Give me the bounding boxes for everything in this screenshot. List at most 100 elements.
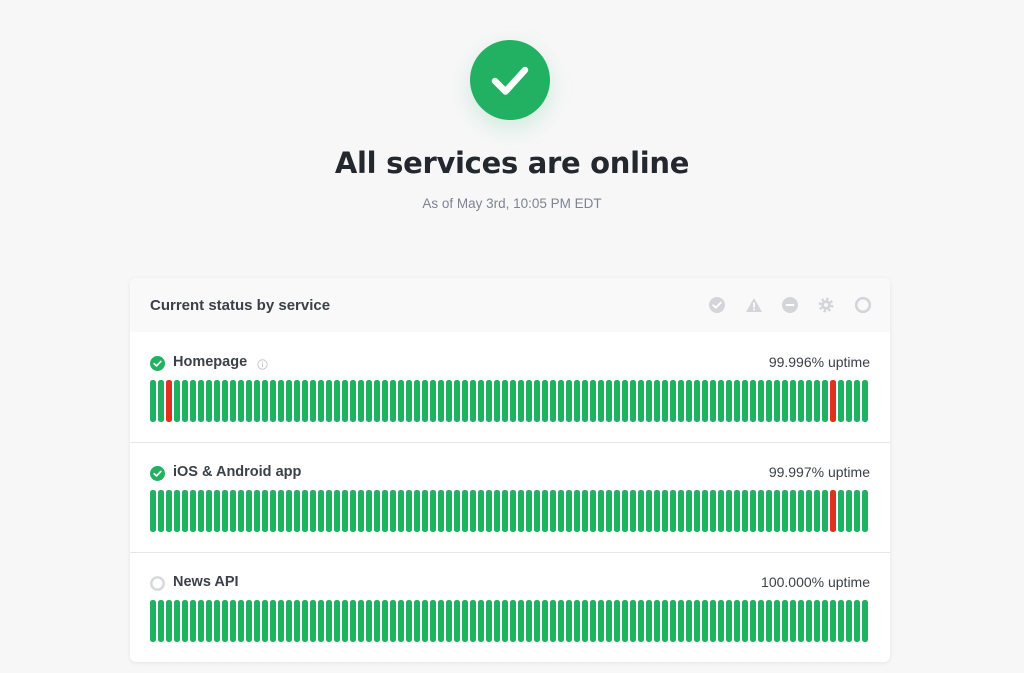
uptime-bar-operational[interactable] (614, 600, 620, 642)
uptime-bar-operational[interactable] (334, 380, 340, 422)
uptime-bar-operational[interactable] (526, 380, 532, 422)
uptime-bar-operational[interactable] (702, 600, 708, 642)
uptime-bar-operational[interactable] (614, 490, 620, 532)
uptime-bar-operational[interactable] (430, 490, 436, 532)
uptime-bar-operational[interactable] (302, 380, 308, 422)
uptime-bar-operational[interactable] (598, 490, 604, 532)
uptime-bar-operational[interactable] (238, 380, 244, 422)
uptime-bar-operational[interactable] (422, 380, 428, 422)
uptime-bar-operational[interactable] (326, 380, 332, 422)
uptime-bar-operational[interactable] (798, 380, 804, 422)
uptime-bar-operational[interactable] (598, 600, 604, 642)
uptime-bar-operational[interactable] (718, 490, 724, 532)
uptime-bar-operational[interactable] (438, 380, 444, 422)
uptime-bar-operational[interactable] (166, 600, 172, 642)
uptime-bar-operational[interactable] (206, 380, 212, 422)
uptime-bar-operational[interactable] (214, 380, 220, 422)
uptime-bar-operational[interactable] (350, 380, 356, 422)
uptime-bar-operational[interactable] (478, 380, 484, 422)
uptime-bar-operational[interactable] (862, 490, 868, 532)
uptime-bar-operational[interactable] (854, 380, 860, 422)
uptime-bar-operational[interactable] (662, 600, 668, 642)
uptime-bar-operational[interactable] (822, 600, 828, 642)
uptime-bar-operational[interactable] (190, 490, 196, 532)
uptime-bar-operational[interactable] (422, 600, 428, 642)
uptime-bar-operational[interactable] (294, 490, 300, 532)
uptime-bar-outage[interactable] (830, 490, 836, 532)
uptime-bar-operational[interactable] (198, 380, 204, 422)
uptime-bar-operational[interactable] (734, 600, 740, 642)
uptime-bar-operational[interactable] (526, 600, 532, 642)
uptime-bar-operational[interactable] (846, 380, 852, 422)
uptime-bar-operational[interactable] (270, 490, 276, 532)
uptime-bar-operational[interactable] (798, 490, 804, 532)
uptime-bar-operational[interactable] (814, 490, 820, 532)
uptime-bar-operational[interactable] (494, 600, 500, 642)
uptime-bar-operational[interactable] (574, 380, 580, 422)
uptime-bar-operational[interactable] (150, 380, 156, 422)
uptime-bar-operational[interactable] (766, 380, 772, 422)
uptime-bar-operational[interactable] (270, 380, 276, 422)
uptime-bar-operational[interactable] (454, 380, 460, 422)
uptime-bar-operational[interactable] (678, 380, 684, 422)
uptime-bar-operational[interactable] (510, 600, 516, 642)
uptime-bar-operational[interactable] (590, 490, 596, 532)
uptime-bar-operational[interactable] (654, 380, 660, 422)
uptime-bar-operational[interactable] (638, 380, 644, 422)
uptime-bar-operational[interactable] (606, 490, 612, 532)
uptime-bar-operational[interactable] (614, 380, 620, 422)
uptime-bar-operational[interactable] (726, 600, 732, 642)
uptime-bar-operational[interactable] (814, 380, 820, 422)
uptime-bar-operational[interactable] (486, 600, 492, 642)
uptime-bar-operational[interactable] (566, 490, 572, 532)
uptime-bar-operational[interactable] (238, 490, 244, 532)
uptime-bar-operational[interactable] (382, 490, 388, 532)
uptime-bar-operational[interactable] (742, 490, 748, 532)
uptime-bar-operational[interactable] (782, 490, 788, 532)
uptime-bar-operational[interactable] (742, 600, 748, 642)
uptime-bar-operational[interactable] (342, 490, 348, 532)
uptime-bar-operational[interactable] (630, 380, 636, 422)
uptime-bar-operational[interactable] (414, 490, 420, 532)
uptime-bar-operational[interactable] (334, 490, 340, 532)
maintenance-icon[interactable] (817, 296, 835, 314)
uptime-bar-operational[interactable] (526, 490, 532, 532)
uptime-bar-operational[interactable] (558, 600, 564, 642)
uptime-bar-operational[interactable] (534, 600, 540, 642)
uptime-bar-operational[interactable] (374, 490, 380, 532)
warning-icon[interactable] (745, 296, 763, 314)
uptime-bar-operational[interactable] (542, 380, 548, 422)
uptime-bar-operational[interactable] (582, 600, 588, 642)
uptime-bar-operational[interactable] (662, 380, 668, 422)
uptime-bar-operational[interactable] (246, 380, 252, 422)
uptime-bar-operational[interactable] (358, 380, 364, 422)
uptime-bar-operational[interactable] (638, 490, 644, 532)
uptime-bar-operational[interactable] (758, 490, 764, 532)
uptime-bar-operational[interactable] (174, 490, 180, 532)
uptime-bar-operational[interactable] (390, 600, 396, 642)
uptime-bar-operational[interactable] (558, 380, 564, 422)
uptime-bar-operational[interactable] (406, 490, 412, 532)
uptime-bar-operational[interactable] (246, 600, 252, 642)
uptime-bar-operational[interactable] (182, 490, 188, 532)
uptime-bar-operational[interactable] (710, 380, 716, 422)
uptime-bar-operational[interactable] (470, 380, 476, 422)
uptime-bar-operational[interactable] (406, 380, 412, 422)
uptime-bar-operational[interactable] (278, 490, 284, 532)
uptime-bar-operational[interactable] (286, 380, 292, 422)
uptime-bar-operational[interactable] (574, 600, 580, 642)
uptime-bar-operational[interactable] (382, 600, 388, 642)
uptime-bar-operational[interactable] (630, 490, 636, 532)
uptime-bar-operational[interactable] (158, 600, 164, 642)
uptime-bar-operational[interactable] (302, 600, 308, 642)
uptime-bar-operational[interactable] (630, 600, 636, 642)
uptime-bar-operational[interactable] (742, 380, 748, 422)
uptime-bar-operational[interactable] (646, 600, 652, 642)
uptime-bar-operational[interactable] (838, 380, 844, 422)
uptime-bar-operational[interactable] (470, 490, 476, 532)
uptime-bar-operational[interactable] (862, 600, 868, 642)
uptime-bar-operational[interactable] (190, 600, 196, 642)
uptime-bar-operational[interactable] (494, 490, 500, 532)
uptime-bar-operational[interactable] (150, 490, 156, 532)
uptime-bar-operational[interactable] (686, 600, 692, 642)
